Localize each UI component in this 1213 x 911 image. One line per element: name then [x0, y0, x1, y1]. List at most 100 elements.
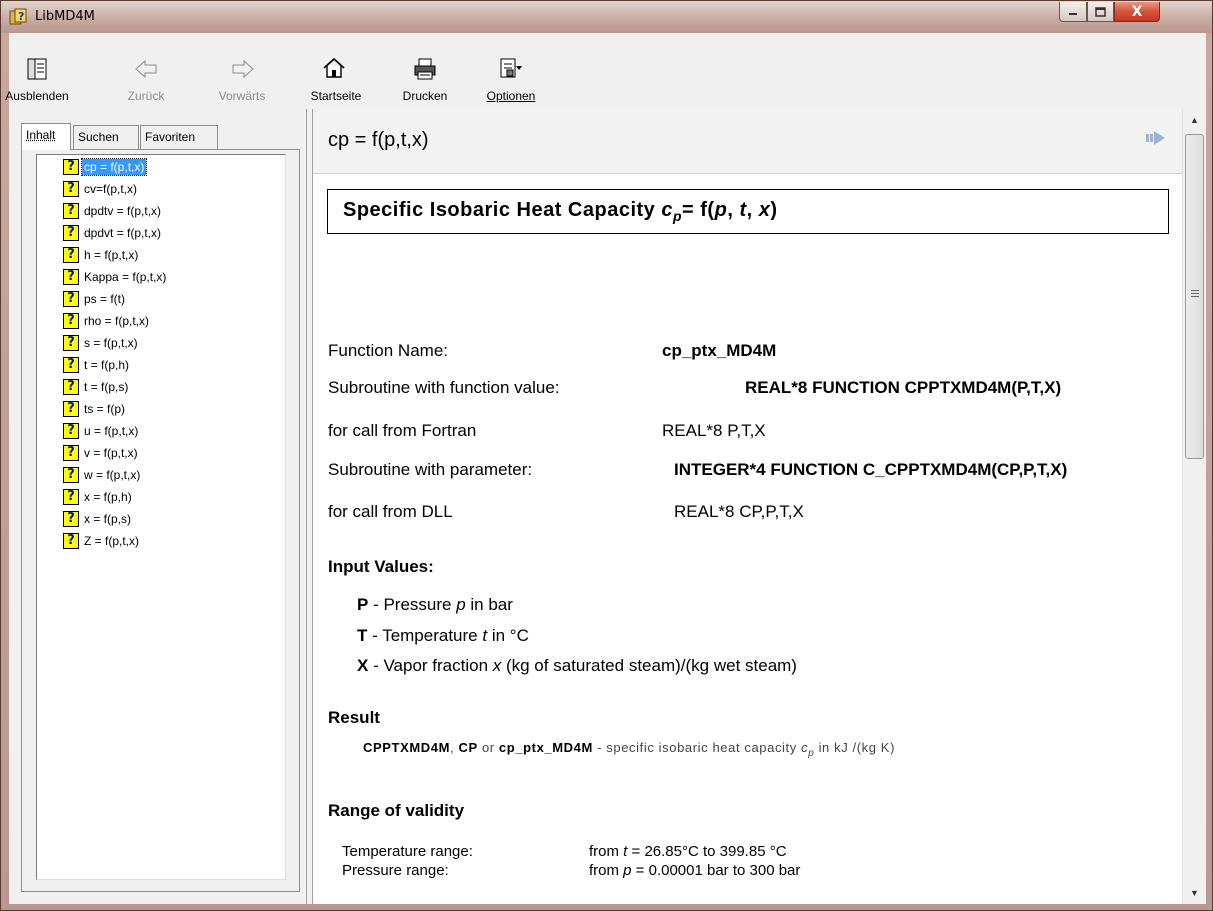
topic-title: cp = f(p,t,x): [328, 129, 429, 151]
client-area: Ausblenden Zurück Vorwärts Startseite Dr…: [5, 33, 1206, 904]
home-button[interactable]: Startseite: [304, 55, 368, 103]
function-name-value: cp_ptx_MD4M: [662, 341, 777, 360]
fortran-call-label: for call from Fortran: [328, 421, 477, 440]
input-x-key: X: [357, 656, 369, 675]
printer-icon: [395, 55, 455, 89]
tree-item-label: rho = f(p,t,x): [84, 313, 150, 328]
input-x-var: x: [492, 656, 502, 675]
tree-item[interactable]: ? cp = f(p,t,x): [63, 156, 148, 177]
minimize-icon: [1069, 12, 1077, 15]
scroll-down-button[interactable]: ▼: [1183, 882, 1206, 904]
help-topic-icon: ?: [63, 378, 79, 395]
help-topic-icon: ?: [63, 510, 79, 527]
input-values-heading: Input Values:: [328, 557, 434, 576]
heading-var: c: [661, 199, 673, 221]
help-book-icon: ?: [9, 8, 27, 25]
vertical-scrollbar[interactable]: ▲ ▼: [1182, 109, 1206, 904]
navigation-pane: Inhalt Suchen Favoriten ? cp = f(p,t,x) ?…: [9, 113, 306, 904]
help-topic-icon: ?: [63, 246, 79, 263]
help-topic-icon: ?: [63, 268, 79, 285]
tree-item[interactable]: ? rho = f(p,t,x): [63, 310, 151, 331]
topic-header: cp = f(p,t,x): [313, 109, 1182, 174]
subroutine-fv-value: REAL*8 FUNCTION CPPTXMD4M(P,T,X): [745, 378, 1062, 397]
tab-contents[interactable]: Inhalt: [21, 123, 71, 150]
help-topic-icon: ?: [63, 334, 79, 351]
tree-item-label: t = f(p,s): [84, 379, 129, 394]
tree-item[interactable]: ? Z = f(p,t,x): [63, 530, 141, 551]
tree-item[interactable]: ? t = f(p,s): [63, 376, 130, 397]
tab-favorites-label: Favoriten: [145, 130, 196, 144]
app-window: ? LibMD4M X Ausblenden Zurück Vorwärts S…: [0, 0, 1213, 911]
tree-item-label: dpdtv = f(p,t,x): [84, 203, 162, 218]
tree-item[interactable]: ? cv=f(p,t,x): [63, 178, 139, 199]
help-topic-icon: ?: [63, 422, 79, 439]
back-button[interactable]: Zurück: [121, 55, 171, 103]
page-heading: Specific Isobaric Heat Capacity cp= f(p,…: [343, 199, 778, 224]
help-topic-icon: ?: [63, 224, 79, 241]
pressure-range-text: = 0.00001 bar to 300 bar: [631, 862, 801, 879]
scroll-thumb[interactable]: [1185, 134, 1204, 459]
forward-button-label: Vorwärts: [218, 89, 266, 103]
result-name2: CP: [458, 740, 478, 755]
options-button[interactable]: Optionen: [479, 55, 543, 103]
tree-item[interactable]: ? u = f(p,t,x): [63, 420, 140, 441]
result-name3: cp_ptx_MD4M: [498, 740, 593, 755]
heading-close: ): [770, 199, 778, 221]
input-x: X - Vapor fraction x (kg of saturated st…: [357, 656, 797, 676]
tree-item-label: s = f(p,t,x): [84, 335, 138, 350]
tab-search[interactable]: Suchen: [73, 125, 139, 149]
tree-item-label: x = f(p,h): [84, 489, 132, 504]
minimize-button[interactable]: [1059, 2, 1087, 22]
scroll-up-button[interactable]: ▲: [1183, 109, 1206, 131]
hide-button[interactable]: Ausblenden: [3, 55, 71, 103]
tree-item[interactable]: ? ps = f(t): [63, 288, 127, 309]
input-p: P - Pressure p in bar: [357, 595, 513, 615]
dll-call-value: REAL*8 CP,P,T,X: [674, 502, 804, 521]
help-topic-icon: ?: [63, 466, 79, 483]
tree-item[interactable]: ? t = f(p,h): [63, 354, 131, 375]
tree-item-label: t = f(p,h): [84, 357, 130, 372]
forward-button[interactable]: Vorwärts: [207, 55, 277, 103]
heading-sub: p: [672, 208, 683, 224]
close-icon: X: [1131, 3, 1143, 20]
tree-item[interactable]: ? Kappa = f(p,t,x): [63, 266, 168, 287]
tree-item[interactable]: ? dpdtv = f(p,t,x): [63, 200, 163, 221]
tree-item[interactable]: ? x = f(p,s): [63, 508, 133, 529]
maximize-icon: [1095, 6, 1106, 17]
heading-eq: = f(: [682, 199, 715, 221]
input-p-key: P: [357, 595, 369, 614]
forward-arrow-icon: [207, 55, 277, 89]
tab-favorites[interactable]: Favoriten: [140, 125, 218, 149]
help-topic-icon: ?: [63, 290, 79, 307]
maximize-button[interactable]: [1087, 2, 1114, 22]
tree-item-label: ts = f(p): [84, 401, 126, 416]
svg-text:?: ?: [18, 10, 24, 23]
close-button[interactable]: X: [1114, 2, 1160, 22]
tree-item[interactable]: ? x = f(p,h): [63, 486, 134, 507]
tree-item[interactable]: ? s = f(p,t,x): [63, 332, 140, 353]
title-bar[interactable]: ? LibMD4M X: [1, 1, 1212, 33]
help-topic-icon: ?: [63, 444, 79, 461]
tree-item[interactable]: ? v = f(p,t,x): [63, 442, 140, 463]
print-button[interactable]: Drucken: [395, 55, 455, 103]
next-topic-icon[interactable]: [1145, 129, 1167, 147]
tree-item[interactable]: ? h = f(p,t,x): [63, 244, 140, 265]
tab-search-label: Suchen: [78, 130, 119, 144]
input-p-text: - Pressure: [368, 595, 457, 614]
contents-tree[interactable]: ? cp = f(p,t,x) ? cv=f(p,t,x) ? dpdtv = f(p…: [36, 154, 286, 880]
back-button-label: Zurück: [127, 89, 165, 103]
tree-item[interactable]: ? ts = f(p): [63, 398, 127, 419]
tree-item[interactable]: ? dpdvt = f(p,t,x): [63, 222, 163, 243]
result-or: or: [477, 740, 499, 755]
tree-item[interactable]: ? w = f(p,t,x): [63, 464, 142, 485]
input-x-rest: (kg of saturated steam)/(kg wet steam): [501, 656, 797, 675]
tree-item-label: u = f(p,t,x): [84, 423, 139, 438]
tree-item-label: w = f(p,t,x): [84, 467, 141, 482]
help-topic-icon: ?: [63, 158, 79, 175]
tree-item-label: cp = f(p,t,x): [80, 157, 148, 176]
input-x-text: - Vapor fraction: [368, 656, 493, 675]
hide-pane-icon: [3, 55, 71, 89]
input-t: T - Temperature t in °C: [357, 626, 529, 646]
help-topic-icon: ?: [63, 400, 79, 417]
result-name1: CPPTXMD4M: [363, 740, 451, 755]
